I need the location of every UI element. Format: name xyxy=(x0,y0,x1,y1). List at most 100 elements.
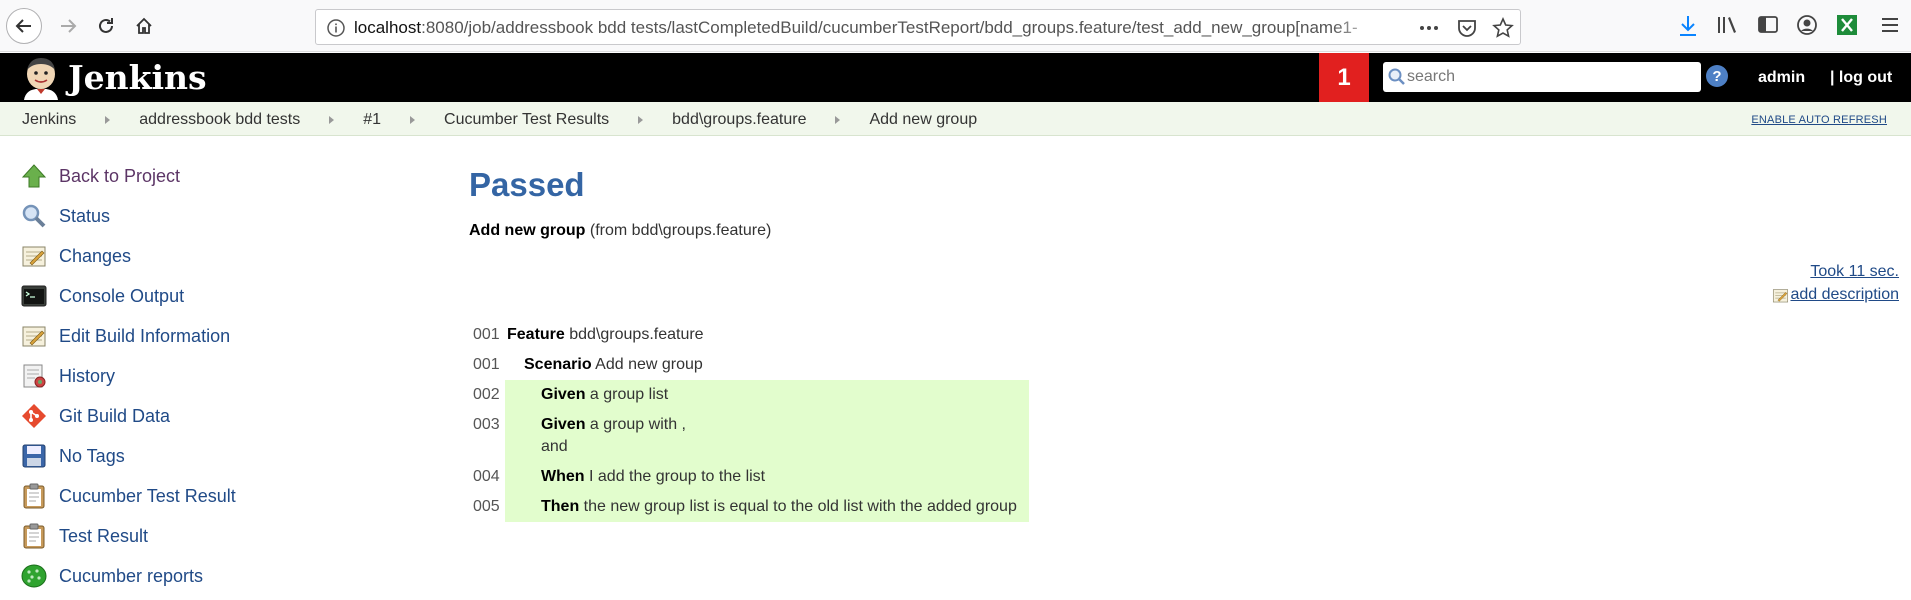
help-icon[interactable]: ? xyxy=(1706,65,1728,87)
url-host: localhost xyxy=(354,18,422,37)
jenkins-butler-icon xyxy=(24,58,58,100)
logout-link[interactable]: | log out xyxy=(1830,69,1892,87)
sidebar-item-console-output[interactable]: Console Output xyxy=(20,276,420,316)
sidebar-item-cucumber-test-result[interactable]: Cucumber Test Result xyxy=(20,476,420,516)
add-description-label: add description xyxy=(1790,286,1899,303)
breadcrumb-bar: Jenkins addressbook bdd tests #1 Cucumbe… xyxy=(0,102,1911,136)
step-keyword: When xyxy=(541,468,585,485)
sidebar-item-git-build-data[interactable]: Git Build Data xyxy=(20,396,420,436)
browser-toolbar: localhost:8080/job/addressbook bdd tests… xyxy=(0,0,1911,52)
sidebar-item-label: Cucumber Test Result xyxy=(59,485,236,506)
sidebar-item-label: Git Build Data xyxy=(59,405,171,426)
breadcrumb-separator-icon[interactable] xyxy=(105,116,111,124)
step-keyword: Given xyxy=(541,386,586,403)
more-actions-icon[interactable] xyxy=(1418,17,1440,39)
back-button[interactable] xyxy=(6,8,42,44)
search-input[interactable] xyxy=(1407,66,1695,88)
sidebar-item-cucumber-reports[interactable]: Cucumber reports xyxy=(20,556,420,596)
jenkins-logo[interactable]: Jenkins xyxy=(20,56,207,100)
breadcrumb-separator-icon[interactable] xyxy=(638,116,644,124)
breadcrumb-cucumber-results[interactable]: Cucumber Test Results xyxy=(444,111,609,129)
reload-button[interactable] xyxy=(88,8,124,44)
test-name-bold: Add new group xyxy=(469,222,586,239)
breadcrumb-separator-icon[interactable] xyxy=(410,116,416,124)
sidebar-item-label: Changes xyxy=(59,245,132,266)
bookmark-star-icon[interactable] xyxy=(1492,17,1514,39)
pocket-icon[interactable] xyxy=(1456,17,1478,39)
step-keyword: Given xyxy=(541,416,586,433)
step-text: a group with , xyxy=(589,416,686,433)
sidebar-item-label: History xyxy=(59,365,116,386)
sidebar-item-label: Status xyxy=(59,205,111,226)
breadcrumb-project[interactable]: addressbook bdd tests xyxy=(139,111,300,129)
terminal-icon xyxy=(20,282,48,310)
side-panel: Back to Project Status Changes Console O… xyxy=(20,156,420,596)
enable-auto-refresh-link[interactable]: ENABLE AUTO REFRESH xyxy=(1751,114,1887,126)
step-text: a group list xyxy=(589,386,669,403)
step-cell: Then the new group list is equal to the … xyxy=(505,492,1029,522)
sidebar-item-no-tags[interactable]: No Tags xyxy=(20,436,420,476)
add-description-link[interactable]: add description xyxy=(1772,286,1899,304)
sidebar-item-label: Test Result xyxy=(59,525,149,546)
breadcrumb-separator-icon[interactable] xyxy=(329,116,335,124)
sidebar-item-status[interactable]: Status xyxy=(20,196,420,236)
breadcrumb-jenkins[interactable]: Jenkins xyxy=(22,111,76,129)
download-icon[interactable] xyxy=(1677,14,1699,38)
info-icon[interactable] xyxy=(326,18,346,38)
forward-button[interactable] xyxy=(50,8,86,44)
notepad-edit-icon xyxy=(20,322,48,350)
line-number: 004 xyxy=(473,468,500,485)
library-icon[interactable] xyxy=(1716,14,1740,36)
sidebar-item-edit-build-information[interactable]: Edit Build Information xyxy=(20,316,420,356)
sidebar-item-label: Cucumber reports xyxy=(59,565,204,586)
git-icon xyxy=(20,402,48,430)
account-icon[interactable] xyxy=(1796,14,1818,36)
feature-keyword: Feature xyxy=(507,326,565,343)
test-from: (from bdd\groups.feature) xyxy=(589,222,772,239)
clipboard-icon xyxy=(20,482,48,510)
line-number: 003 xyxy=(473,416,500,433)
user-link[interactable]: admin xyxy=(1758,69,1805,87)
notepad-edit-icon xyxy=(1773,288,1789,302)
url-bar[interactable]: localhost:8080/job/addressbook bdd tests… xyxy=(315,9,1521,45)
jenkins-header: Jenkins 1 ? admin | log out xyxy=(0,53,1911,102)
sidebar-toggle-icon[interactable] xyxy=(1757,14,1779,36)
sidebar-item-changes[interactable]: Changes xyxy=(20,236,420,276)
menu-icon[interactable] xyxy=(1880,14,1900,36)
scenario-text: Add new group xyxy=(595,356,703,373)
step-cell: When I add the group to the list xyxy=(505,462,1029,492)
scenario-row: 001 Scenario Add new group xyxy=(469,350,1029,380)
excel-extension-icon[interactable] xyxy=(1836,14,1858,36)
forward-arrow-icon xyxy=(61,19,77,33)
home-button[interactable] xyxy=(126,8,162,44)
test-name: Add new group (from bdd\groups.feature) xyxy=(469,222,771,240)
breadcrumb-build[interactable]: #1 xyxy=(363,111,381,129)
feature-row: 001 Feature bdd\groups.feature xyxy=(469,320,1029,350)
url-text[interactable]: localhost:8080/job/addressbook bdd tests… xyxy=(354,18,1384,40)
reload-icon xyxy=(99,18,113,33)
sidebar-item-history[interactable]: History xyxy=(20,356,420,396)
line-number: 005 xyxy=(473,498,500,515)
took-duration-link[interactable]: Took 11 sec. xyxy=(1810,263,1899,281)
breadcrumb-scenario[interactable]: Add new group xyxy=(869,111,977,129)
breadcrumb-separator-icon[interactable] xyxy=(835,116,841,124)
breadcrumb-feature[interactable]: bdd\groups.feature xyxy=(672,111,806,129)
step-text: I add the group to the list xyxy=(589,468,766,485)
notepad-icon xyxy=(20,242,48,270)
line-number: 001 xyxy=(473,326,500,343)
cucumber-steps-table: 001 Feature bdd\groups.feature 001 Scena… xyxy=(469,320,1029,522)
page-title: Passed xyxy=(469,166,585,203)
jenkins-logo-text: Jenkins xyxy=(68,57,207,97)
step-row: 004 When I add the group to the list xyxy=(469,462,1029,492)
feature-cell: Feature bdd\groups.feature xyxy=(505,320,704,350)
sidebar-item-label: Console Output xyxy=(59,285,185,306)
sidebar-item-test-result[interactable]: Test Result xyxy=(20,516,420,556)
step-row: 003 Given a group with , and xyxy=(469,410,1029,462)
up-arrow-icon xyxy=(20,162,48,190)
search-icon xyxy=(1388,68,1405,85)
sidebar-item-label: Back to Project xyxy=(59,165,181,186)
sidebar-item-back-to-project[interactable]: Back to Project xyxy=(20,156,420,196)
clipboard-icon xyxy=(20,522,48,550)
back-arrow-icon xyxy=(15,19,31,33)
notification-badge[interactable]: 1 xyxy=(1319,53,1369,102)
